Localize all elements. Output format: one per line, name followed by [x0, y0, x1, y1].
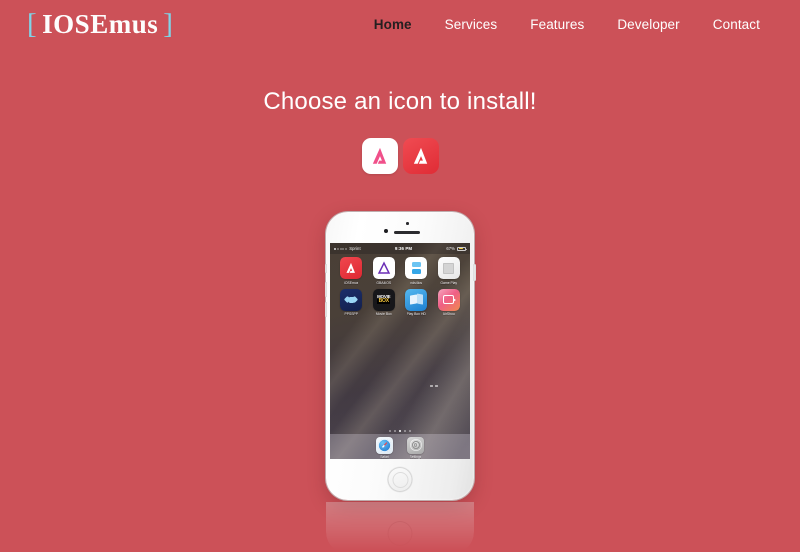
dock-app-settings[interactable]: Settings	[407, 436, 424, 459]
reflection-home-button	[388, 521, 413, 546]
playbox-app-icon	[405, 288, 428, 311]
ios-status-bar: Sprint 9:36 PM 67%	[330, 243, 470, 254]
app-label: Game Play	[440, 280, 458, 285]
safari-app-icon	[376, 436, 393, 454]
page-root: [ IOSEmus ] Home Services Features Devel…	[0, 0, 800, 552]
status-bar-clock: 9:36 PM	[394, 246, 413, 251]
ppsspp-app-icon	[340, 288, 363, 311]
battery-icon	[457, 246, 467, 251]
square-icon	[443, 262, 455, 274]
logo-bracket-left: [	[27, 8, 38, 40]
moviebox-app-icon: MOVIE BOX	[372, 288, 395, 311]
nav-item-home[interactable]: Home	[374, 17, 412, 32]
dock-app-safari[interactable]: Safari	[376, 436, 393, 459]
app-label: Settings	[409, 455, 422, 459]
dual-screen-icon	[411, 262, 421, 274]
app-icon-iosemus[interactable]: iOSEmus	[335, 257, 368, 285]
box-icon	[410, 293, 423, 306]
airshou-app-icon	[437, 288, 460, 311]
appvalley-a-icon	[413, 147, 427, 164]
app-icon-ppsspp[interactable]: PPSSPP	[335, 288, 368, 316]
icon-chooser	[0, 138, 800, 174]
app-label: Safari	[380, 455, 389, 459]
wallpaper-artifact	[429, 384, 438, 387]
home-screen-app-grid: iOSEmus GBA4iOS nds4ios Game Play PPSSPP…	[330, 257, 470, 316]
battery-percent-label: 67%	[446, 246, 455, 251]
phone-mockup: Sprint 9:36 PM 67% iOSEmus GBA4iOS nds4i…	[324, 212, 476, 500]
phone-volume-up-button[interactable]	[324, 282, 327, 297]
app-label: AirShou	[442, 312, 455, 316]
app-icon-moviebox[interactable]: MOVIE BOX Movie Box	[368, 288, 401, 316]
nav-item-features[interactable]: Features	[530, 17, 584, 32]
nav-item-developer[interactable]: Developer	[617, 17, 679, 32]
app-icon-playboxhd[interactable]: Play Box HD	[400, 288, 433, 316]
phone-reflection	[326, 502, 474, 552]
phone-screen: Sprint 9:36 PM 67% iOSEmus GBA4iOS nds4i…	[330, 243, 470, 459]
nds4ios-app-icon	[405, 257, 428, 279]
settings-app-icon	[407, 436, 424, 454]
compass-icon	[378, 438, 391, 452]
app-label: iOSEmus	[344, 280, 359, 285]
video-camera-icon	[443, 295, 457, 304]
logo-text: IOSEmus	[42, 9, 159, 39]
earpiece-speaker-icon	[394, 231, 420, 234]
phone-silent-switch[interactable]	[324, 264, 327, 273]
phone-volume-down-button[interactable]	[324, 302, 327, 317]
app-label: Play Box HD	[406, 312, 426, 316]
app-icon-gameplay[interactable]: Game Play	[433, 257, 466, 285]
app-icon-nds4ios[interactable]: nds4ios	[400, 257, 433, 285]
nav-item-services[interactable]: Services	[445, 17, 498, 32]
signal-strength-icon	[334, 247, 348, 250]
phone-power-button[interactable]	[473, 264, 476, 281]
app-icon-airshou[interactable]: AirShou	[433, 288, 466, 316]
proximity-sensor-icon	[406, 222, 409, 225]
main-navigation: Home Services Features Developer Contact	[374, 17, 760, 32]
site-logo[interactable]: [ IOSEmus ]	[27, 8, 173, 41]
logo-bracket-right: ]	[163, 8, 174, 40]
app-icon-gba4ios[interactable]: GBA4iOS	[368, 257, 401, 285]
app-label: PPSSPP	[344, 312, 359, 316]
icon-option-white[interactable]	[361, 138, 398, 174]
phone-top-bezel	[326, 212, 474, 243]
app-label: GBA4iOS	[376, 280, 392, 285]
home-screen-page-dots	[330, 429, 470, 432]
iosemus-app-icon	[340, 257, 363, 279]
gameplay-app-icon	[437, 257, 460, 279]
icon-option-red[interactable]	[402, 138, 439, 174]
ios-dock: Safari Settings	[330, 434, 470, 459]
moviebox-line2: BOX	[377, 298, 391, 305]
carrier-label: Sprint	[349, 246, 361, 251]
gear-icon	[409, 439, 422, 451]
appvalley-a-icon	[346, 262, 356, 273]
phone-home-button[interactable]	[387, 467, 413, 492]
front-camera-icon	[384, 229, 388, 233]
appvalley-a-icon	[372, 147, 386, 164]
site-header: [ IOSEmus ] Home Services Features Devel…	[0, 0, 800, 55]
page-title: Choose an icon to install!	[263, 88, 537, 115]
gamepad-icon	[344, 295, 359, 304]
phone-body: Sprint 9:36 PM 67% iOSEmus GBA4iOS nds4i…	[324, 212, 476, 500]
triangle-a-icon	[377, 261, 390, 274]
gba4ios-app-icon	[372, 257, 395, 279]
app-label: nds4ios	[410, 280, 423, 285]
moviebox-wordmark: MOVIE BOX	[377, 294, 391, 305]
app-label: Movie Box	[375, 312, 392, 316]
nav-item-contact[interactable]: Contact	[713, 17, 760, 32]
